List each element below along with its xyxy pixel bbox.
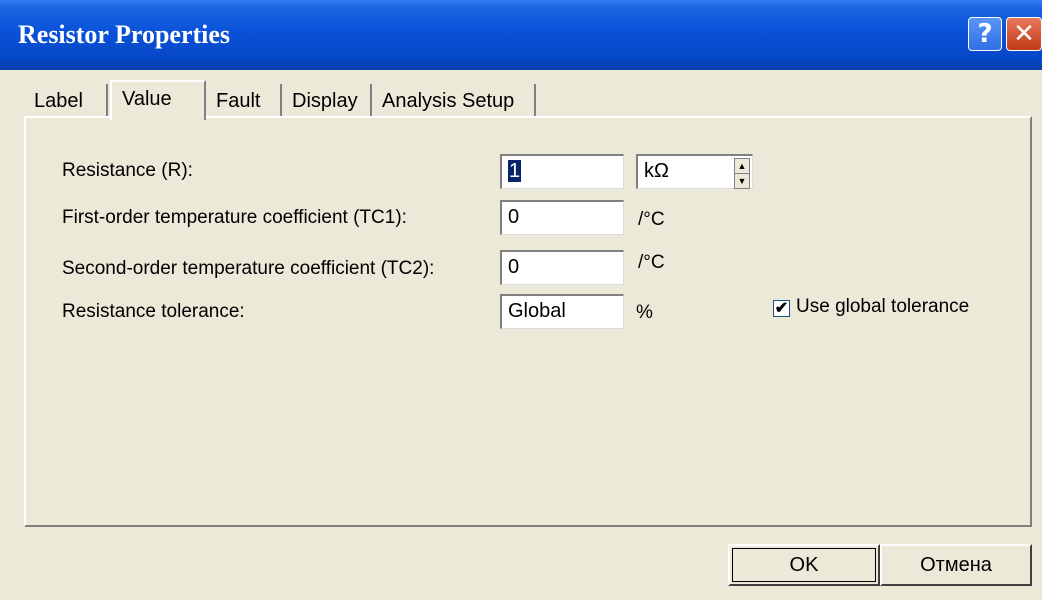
tolerance-input[interactable]: Global <box>500 294 624 329</box>
spinner-down-icon[interactable]: ▼ <box>735 174 749 188</box>
tab-fault[interactable]: Fault <box>206 84 282 116</box>
tc1-unit: /°C <box>638 209 665 230</box>
help-button[interactable]: ? <box>968 17 1002 51</box>
resistance-value: 1 <box>508 160 522 182</box>
window-title: Resistor Properties <box>18 20 231 49</box>
tolerance-value: Global <box>508 300 566 322</box>
resistance-unit-select[interactable]: kΩ ▲ ▼ <box>636 154 753 189</box>
tc2-input[interactable]: 0 <box>500 250 624 285</box>
tc2-unit: /°C <box>638 252 665 273</box>
tc1-label: First-order temperature coefficient (TC1… <box>62 207 407 228</box>
tab-analysis-setup[interactable]: Analysis Setup <box>372 84 536 116</box>
tab-display[interactable]: Display <box>282 84 372 116</box>
resistance-unit-value: kΩ <box>644 160 669 182</box>
tc2-label: Second-order temperature coefficient (TC… <box>62 258 435 279</box>
help-icon: ? <box>977 19 993 49</box>
title-bar[interactable]: Resistor Properties ? ✕ <box>0 0 1042 70</box>
unit-spinner[interactable]: ▲ ▼ <box>734 158 750 189</box>
tolerance-label: Resistance tolerance: <box>62 301 245 322</box>
use-global-tolerance-checkbox[interactable]: ✔ <box>773 300 790 317</box>
tc2-value: 0 <box>508 256 520 278</box>
resistance-input[interactable]: 1 <box>500 154 624 189</box>
close-button[interactable]: ✕ <box>1006 17 1042 51</box>
spinner-up-icon[interactable]: ▲ <box>735 159 749 174</box>
value-tab-panel: Resistance (R): 1 kΩ ▲ ▼ First-order tem… <box>24 116 1032 527</box>
resistance-label: Resistance (R): <box>62 160 193 181</box>
tc1-value: 0 <box>508 206 520 228</box>
tab-value[interactable]: Value <box>110 80 206 120</box>
tolerance-unit: % <box>636 302 653 323</box>
checkmark-icon: ✔ <box>774 300 789 317</box>
close-icon: ✕ <box>1013 19 1035 49</box>
use-global-tolerance-label[interactable]: Use global tolerance <box>796 296 969 318</box>
tab-label[interactable]: Label <box>24 84 108 116</box>
tc1-input[interactable]: 0 <box>500 200 624 235</box>
ok-button[interactable]: OK <box>728 544 880 586</box>
cancel-button[interactable]: Отмена <box>880 544 1032 586</box>
